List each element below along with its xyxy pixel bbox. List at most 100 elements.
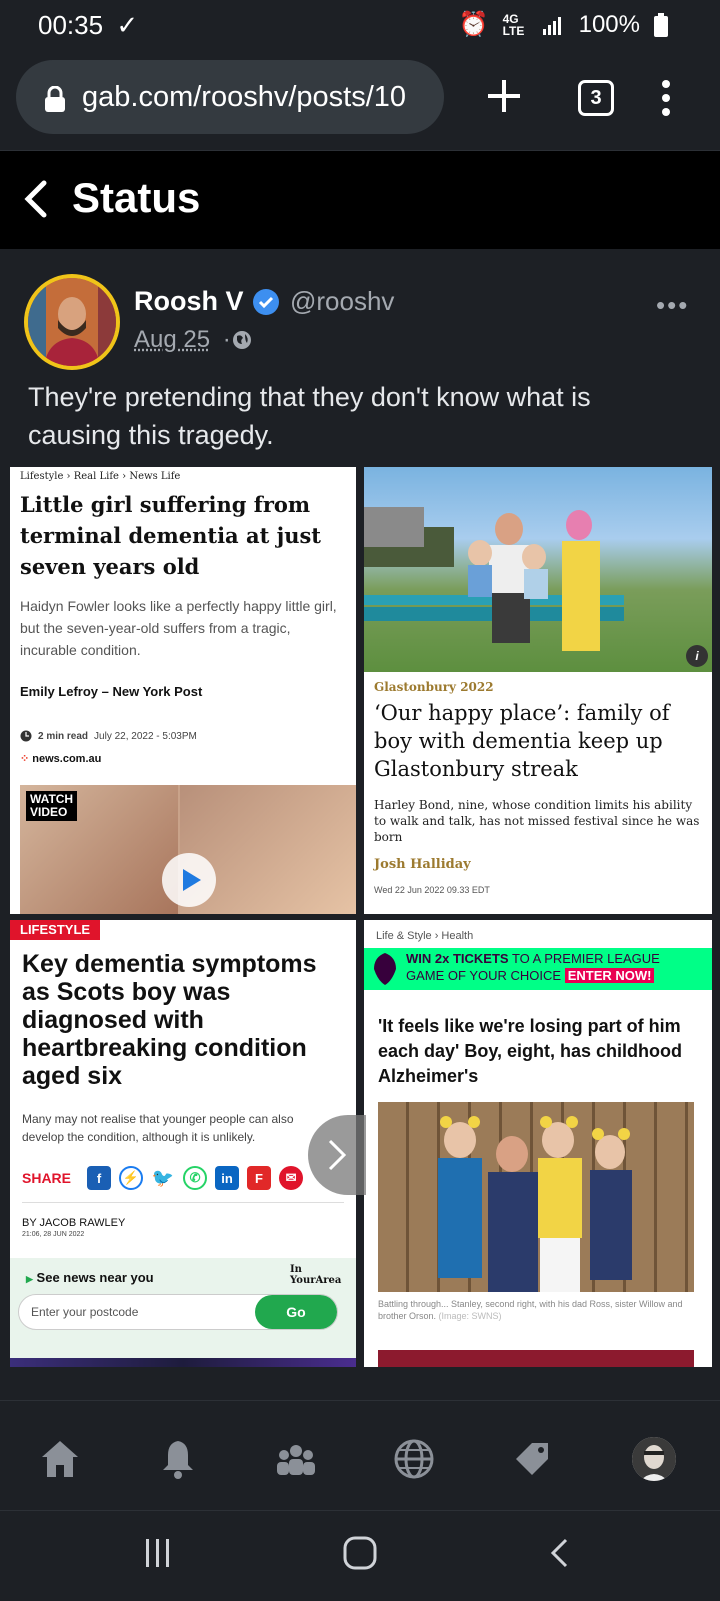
media-card-4[interactable]: Life & Style › Health WIN 2x TICKETS TO …: [364, 920, 712, 1367]
gallery-next-button[interactable]: [308, 1115, 366, 1195]
profile-avatar[interactable]: [632, 1437, 676, 1481]
article-date: 21:06, 28 JUN 2022: [22, 1231, 84, 1238]
page-title: Status: [72, 174, 200, 222]
media-grid: Lifestyle › Real Life › News Life Little…: [10, 467, 712, 1367]
author-handle[interactable]: @rooshv: [290, 286, 394, 317]
festival-scene: [364, 467, 712, 672]
public-globe-icon: [232, 330, 252, 350]
breadcrumb: Lifestyle › Real Life › News Life: [20, 471, 180, 482]
messenger-icon[interactable]: ⚡: [119, 1166, 143, 1190]
enter-now-button[interactable]: ENTER NOW!: [565, 968, 655, 983]
battery-icon: [654, 13, 668, 37]
info-icon[interactable]: i: [686, 645, 708, 667]
battery-level: 100%: [579, 11, 640, 39]
article-headline: 'It feels like we're losing part of him …: [378, 1014, 698, 1089]
postcode-input[interactable]: Enter your postcode Go: [18, 1294, 338, 1330]
post-meta: Aug 25 ·: [134, 326, 231, 354]
network-label: 4G LTE: [503, 13, 529, 37]
post-text: They're pretending that they don't know …: [28, 378, 688, 454]
post-more-options[interactable]: •••: [656, 290, 689, 321]
article-subhead: Many may not realise that younger people…: [22, 1110, 332, 1146]
status-time: 00:35 ✓: [38, 10, 138, 41]
home-button-icon[interactable]: [342, 1535, 378, 1571]
twitter-icon[interactable]: 🐦: [151, 1166, 175, 1190]
tags-icon[interactable]: [510, 1437, 554, 1481]
status-right: ⏰ 4G LTE 100%: [459, 10, 668, 39]
url-text[interactable]: gab.com/rooshv/posts/10: [82, 81, 432, 114]
article-timestamp: 2 min read July 22, 2022 - 5:03PM: [20, 730, 197, 742]
avatar-image: [28, 278, 116, 366]
alarm-icon: ⏰: [459, 10, 489, 39]
inyourarea-logo: In YourArea: [290, 1264, 341, 1286]
lock-icon: [44, 86, 66, 112]
premier-league-ad[interactable]: WIN 2x TICKETS TO A PREMIER LEAGUE GAME …: [364, 948, 712, 990]
article-author: Josh Halliday: [374, 857, 471, 872]
facebook-icon[interactable]: f: [87, 1166, 111, 1190]
play-button[interactable]: [162, 853, 216, 907]
go-button[interactable]: Go: [255, 1295, 337, 1329]
article-author: Emily Lefroy – New York Post: [20, 683, 220, 701]
address-bar[interactable]: gab.com/rooshv/posts/10: [16, 60, 444, 134]
photo-caption: Battling through... Stanley, second righ…: [378, 1298, 698, 1322]
clock-icon: [20, 730, 32, 742]
share-bar: SHARE f ⚡ 🐦 ✆ in F ✉: [22, 1166, 303, 1190]
family-photo: [378, 1102, 694, 1292]
meta-separator: ·: [223, 326, 231, 353]
author-avatar[interactable]: [24, 274, 120, 370]
groups-icon[interactable]: [274, 1437, 318, 1481]
app-bottom-nav: [0, 1400, 720, 1511]
triangle-bullet-icon: ▶: [26, 1274, 33, 1284]
status-bar: 00:35 ✓ ⏰ 4G LTE 100%: [0, 0, 720, 52]
email-icon[interactable]: ✉: [279, 1166, 303, 1190]
page-header: Status: [0, 150, 720, 249]
author-name[interactable]: Roosh V: [134, 286, 244, 317]
watch-video-label: WATCH VIDEO: [26, 791, 77, 821]
back-chevron-icon[interactable]: [22, 179, 50, 219]
article-kicker: Glastonbury 2022: [374, 680, 494, 694]
tab-count: 3: [590, 87, 601, 110]
article-subhead: Haidyn Fowler looks like a perfectly hap…: [20, 595, 345, 661]
whatsapp-icon[interactable]: ✆: [183, 1166, 207, 1190]
share-label: SHARE: [22, 1170, 71, 1186]
explore-globe-icon[interactable]: [392, 1437, 436, 1481]
linkedin-icon[interactable]: in: [215, 1166, 239, 1190]
article-headline: Little girl suffering from terminal deme…: [20, 489, 345, 582]
article-headline: Key dementia symptoms as Scots boy was d…: [22, 950, 342, 1090]
check-icon: ✓: [116, 10, 138, 40]
article-date: Wed 22 Jun 2022 09.33 EDT: [374, 885, 490, 895]
home-icon[interactable]: [38, 1437, 82, 1481]
system-nav-bar: [0, 1510, 720, 1601]
divider: [22, 1202, 344, 1203]
promo-strip: [378, 1350, 694, 1367]
source-logo: ⁘ news.com.au: [20, 752, 101, 765]
article-byline: BY JACOB RAWLEY: [22, 1217, 125, 1229]
new-tab-plus-icon[interactable]: [482, 72, 526, 120]
family-photo: [364, 467, 712, 672]
news-dots-icon: ⁘: [20, 753, 29, 765]
signal-icon: [543, 15, 565, 35]
lion-logo-icon: [370, 951, 400, 987]
browser-menu-icon[interactable]: [656, 78, 676, 118]
video-thumbnail[interactable]: WATCH VIDEO: [20, 785, 356, 914]
flipboard-icon[interactable]: F: [247, 1166, 271, 1190]
section-tag: LIFESTYLE: [10, 920, 100, 940]
article-subhead: Harley Bond, nine, whose condition limit…: [374, 797, 704, 845]
tab-switcher-button[interactable]: 3: [578, 80, 614, 116]
verified-badge-icon: [252, 288, 280, 316]
news-near-you-panel: ▶ See news near you In YourArea Enter yo…: [10, 1258, 356, 1358]
article-headline: ‘Our happy place’: family of boy with de…: [374, 699, 704, 783]
near-you-label: ▶ See news near you: [26, 1270, 154, 1285]
breadcrumb: Life & Style › Health: [376, 930, 473, 942]
profile-image: [632, 1437, 676, 1481]
media-card-1[interactable]: Lifestyle › Real Life › News Life Little…: [10, 467, 356, 914]
post-date[interactable]: Aug 25: [134, 326, 210, 353]
media-card-3[interactable]: LIFESTYLE Key dementia symptoms as Scots…: [10, 920, 356, 1367]
promo-strip: [10, 1358, 356, 1367]
bell-icon[interactable]: [156, 1437, 200, 1481]
system-back-icon[interactable]: [548, 1537, 572, 1569]
media-card-2[interactable]: i Glastonbury 2022 ‘Our happy place’: fa…: [364, 467, 712, 914]
play-icon: [162, 853, 216, 907]
family-scene: [378, 1102, 694, 1292]
recent-apps-icon[interactable]: [142, 1537, 174, 1569]
chevron-right-icon: [308, 1115, 366, 1195]
